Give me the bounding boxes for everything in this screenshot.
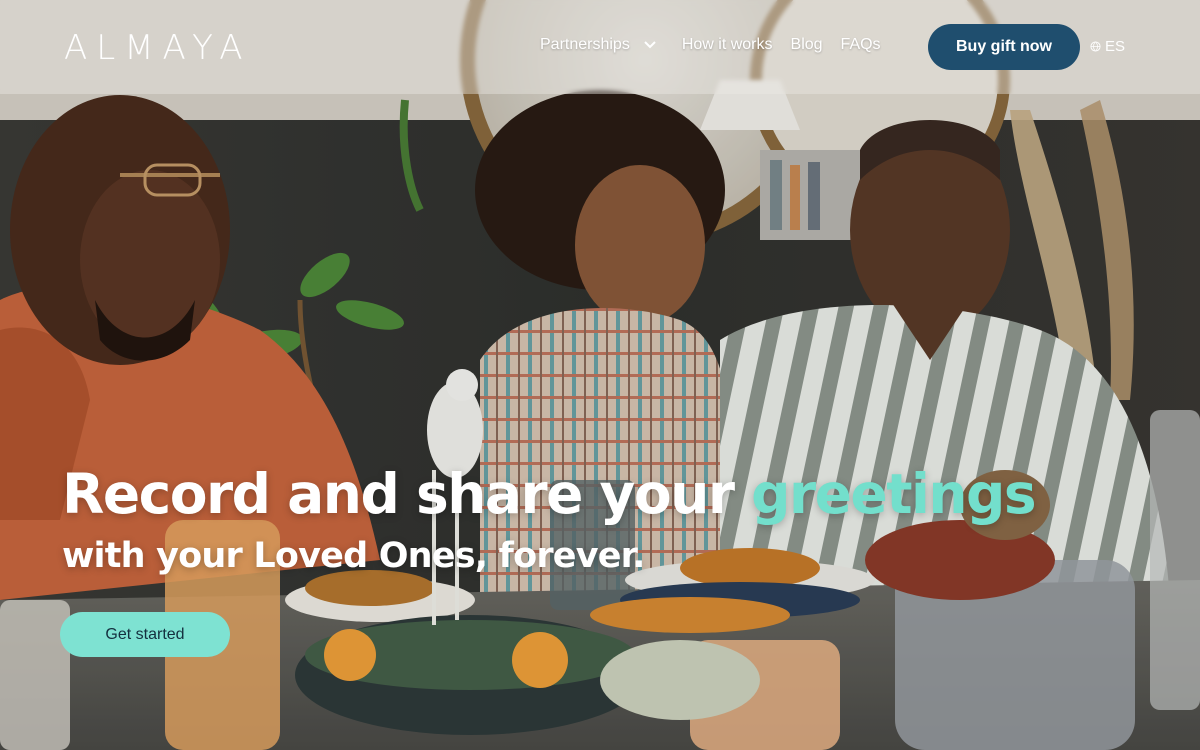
brand-logo[interactable]: ALMAYA xyxy=(64,26,252,70)
nav-item-partnerships[interactable]: Partnerships xyxy=(540,36,656,54)
language-label: ES xyxy=(1105,38,1126,55)
site-header: ALMAYA Partnerships How it works Blog FA… xyxy=(0,0,1200,94)
nav-item-label: Partnerships xyxy=(540,36,630,53)
headline-accent: greetings xyxy=(751,462,1037,526)
language-switcher[interactable]: ES xyxy=(1090,38,1125,55)
main-nav: Partnerships How it works Blog FAQs xyxy=(540,36,881,54)
chevron-down-icon xyxy=(644,41,656,49)
headline-main: Record and share your xyxy=(62,462,752,526)
nav-item-faqs[interactable]: FAQs xyxy=(841,36,881,54)
buy-gift-button[interactable]: Buy gift now xyxy=(928,24,1080,70)
hero-subheadline: with your Loved Ones, forever. xyxy=(62,536,645,576)
get-started-button[interactable]: Get started xyxy=(60,612,230,657)
globe-icon xyxy=(1090,41,1101,52)
nav-item-how-it-works[interactable]: How it works xyxy=(682,36,773,54)
nav-item-blog[interactable]: Blog xyxy=(791,36,823,54)
hero-headline: Record and share your greetings xyxy=(62,458,1037,530)
